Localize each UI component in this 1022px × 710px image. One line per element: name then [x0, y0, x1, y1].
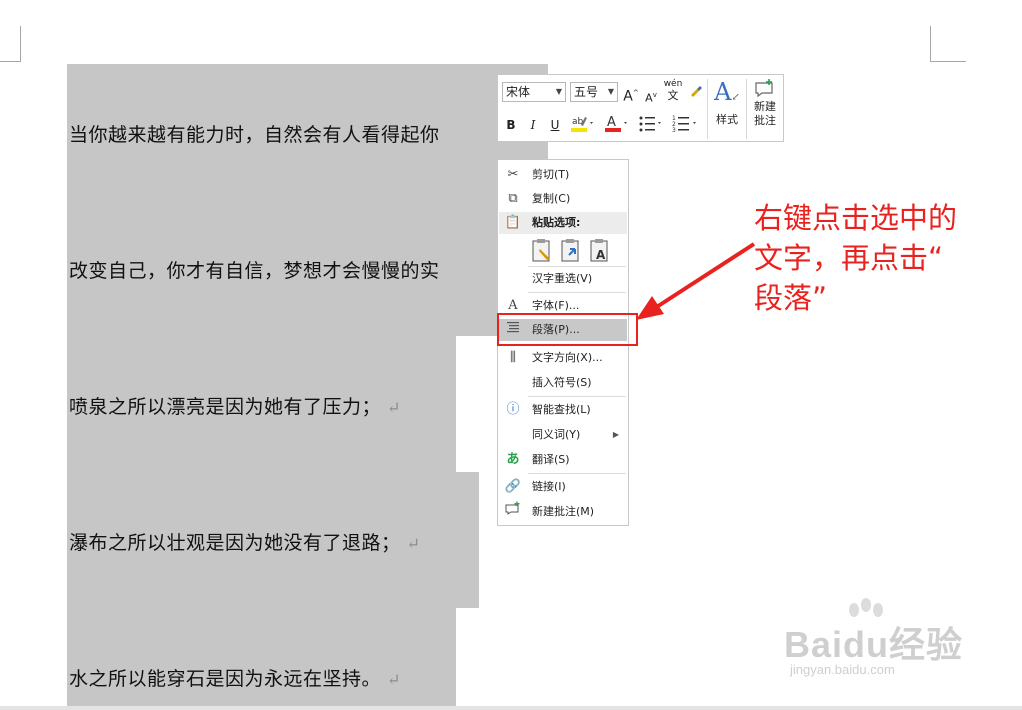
italic-button[interactable]: I	[526, 116, 540, 134]
annotation-text: 右键点击选中的 文字，再点击“ 段落”	[754, 201, 958, 315]
menu-item-synonyms[interactable]: 同义词(Y) ▶	[499, 424, 627, 446]
margin-corner-top-left-h	[0, 61, 20, 62]
margin-corner-top-left	[0, 26, 21, 62]
selection-highlight	[67, 64, 548, 336]
menu-paste-options-header: 📋 粘贴选项:	[499, 212, 627, 234]
document-line[interactable]: 瀑布之所以壮观是因为她没有了退路； ↵	[69, 528, 420, 555]
document-line[interactable]: 水之所以能穿石是因为永远在坚持。 ↵	[69, 664, 401, 691]
chevron-down-icon: ▼	[555, 87, 562, 96]
format-painter-icon[interactable]	[687, 83, 705, 104]
toolbar-separator	[707, 79, 708, 139]
menu-item-translate[interactable]: あ 翻译(S)	[499, 449, 627, 471]
chevron-down-icon: ▼	[607, 87, 614, 96]
chevron-right-icon: ▶	[612, 430, 619, 439]
shrink-font-button[interactable]: Av	[643, 86, 659, 108]
translate-icon: あ	[506, 452, 520, 467]
font-color-button[interactable]: A	[602, 113, 630, 140]
paragraph-mark: ↵	[406, 534, 421, 553]
styles-button[interactable]: A↙ 样式	[709, 78, 745, 128]
mini-toolbar: 宋体 ▼ 五号 ▼ A^ Av wén 文 B I U ab A 123 A↙ 样式 …	[497, 74, 784, 142]
menu-item-reconversion[interactable]: 汉字重选(V)	[499, 268, 627, 290]
svg-text:A: A	[607, 115, 616, 130]
annotation-highlight-box	[497, 313, 638, 346]
comment-icon	[749, 78, 781, 100]
comment-icon	[503, 501, 523, 523]
paste-keep-formatting-icon[interactable]	[530, 237, 554, 263]
svg-text:A: A	[596, 248, 606, 262]
document-line[interactable]: 喷泉之所以漂亮是因为她有了压力； ↵	[69, 392, 401, 419]
bullets-list-icon[interactable]	[636, 113, 664, 140]
document-line[interactable]: 当你越来越有能力时，自然会有人看得起你	[69, 120, 440, 147]
paste-options: A	[528, 237, 618, 265]
new-comment-button[interactable]: 新建 批注	[749, 78, 781, 128]
smart-lookup-icon: ⓘ	[506, 402, 520, 417]
grow-font-button[interactable]: A^	[622, 84, 640, 106]
menu-item-cut[interactable]: ✂ 剪切(T)	[499, 164, 627, 186]
menu-item-copy[interactable]: ⧉ 复制(C)	[499, 188, 627, 210]
numbered-list-icon[interactable]: 123	[670, 113, 700, 140]
paragraph-mark: ↵	[387, 398, 401, 417]
menu-item-smart-lookup[interactable]: ⓘ 智能查找(L)	[499, 399, 627, 421]
font-name-select[interactable]: 宋体 ▼	[502, 82, 566, 102]
svg-text:3: 3	[672, 127, 676, 134]
clipboard-icon: 📋	[504, 215, 522, 230]
toolbar-separator	[746, 79, 747, 139]
menu-separator	[528, 396, 626, 397]
underline-button[interactable]: U	[548, 116, 562, 134]
paragraph-mark: ↵	[387, 670, 401, 689]
margin-corner-top-right-h	[930, 61, 966, 62]
selection-highlight	[67, 608, 456, 706]
font-size-select[interactable]: 五号 ▼	[570, 82, 618, 102]
menu-item-text-direction[interactable]: ⫼ 文字方向(X)...	[499, 347, 627, 369]
document-line[interactable]: 改变自己，你才有自信，梦想才会慢慢的实	[69, 256, 440, 283]
svg-text:ab: ab	[572, 117, 584, 127]
link-icon: 🔗	[504, 479, 522, 494]
menu-item-link[interactable]: 🔗 链接(I)	[499, 476, 627, 498]
bold-button[interactable]: B	[504, 116, 518, 134]
scissors-icon: ✂	[507, 167, 519, 182]
phonetic-guide-button[interactable]: wén 文	[662, 79, 684, 103]
menu-item-new-comment[interactable]: 新建批注(M)	[499, 501, 627, 523]
menu-separator	[528, 266, 626, 267]
copy-icon: ⧉	[508, 191, 518, 206]
styles-icon: A↙	[714, 78, 740, 106]
bottom-strip	[0, 706, 1022, 710]
menu-separator	[528, 473, 626, 474]
text-direction-icon: ⫼	[510, 350, 516, 365]
menu-item-insert-symbol[interactable]: 插入符号(S)	[499, 372, 627, 394]
highlight-color-button[interactable]: ab	[568, 113, 596, 140]
paste-merge-formatting-icon[interactable]	[559, 237, 583, 263]
annotation-arrow	[636, 242, 756, 320]
paste-text-only-icon[interactable]: A	[588, 237, 612, 263]
margin-corner-top-right	[930, 26, 931, 62]
menu-separator	[528, 292, 626, 293]
baidu-jingyan-watermark: Baidu经验 jingyan.baidu.com	[784, 598, 974, 688]
